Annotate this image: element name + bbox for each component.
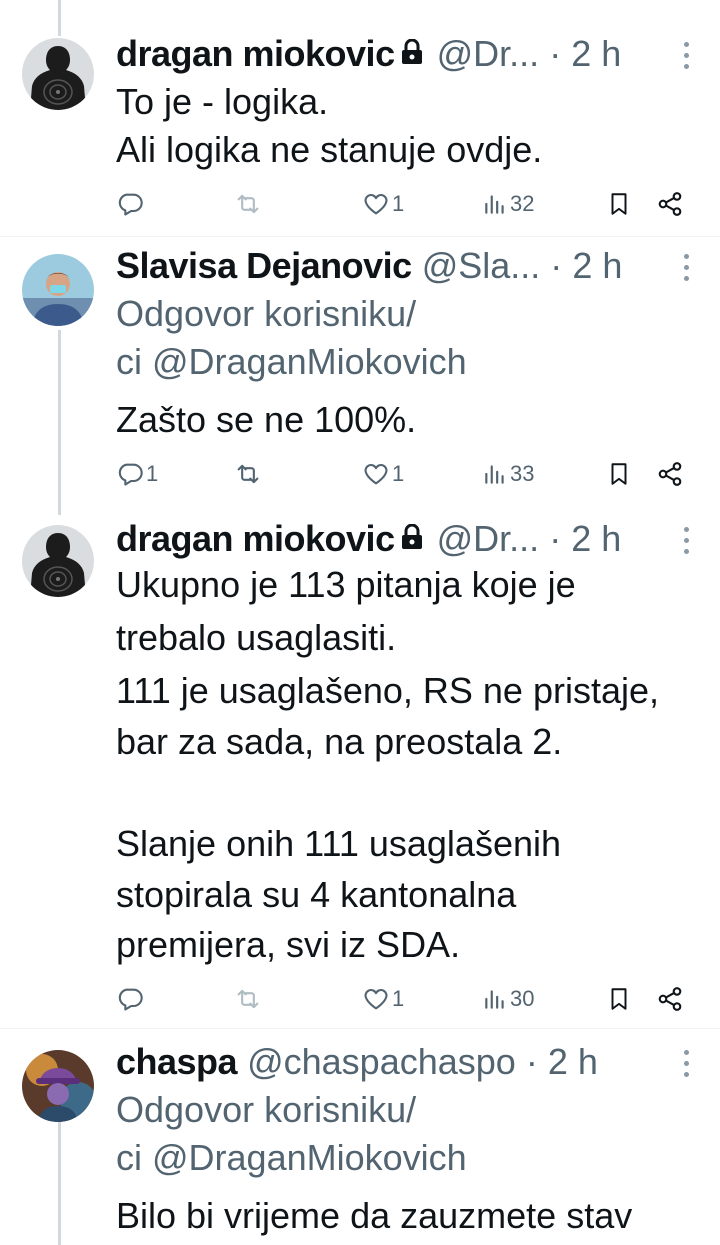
handle[interactable]: @Sla... (422, 245, 541, 286)
views-count: 32 (510, 191, 535, 216)
reply-count: 1 (146, 461, 159, 486)
tweet-actions: 1 30 (116, 979, 692, 1019)
tweet-divider (0, 236, 720, 237)
retweet-button[interactable] (234, 184, 264, 224)
handle[interactable]: @chaspachaspo (247, 1041, 516, 1082)
tweet-header: dragan miokovic @Dr... · 2 h (116, 515, 720, 563)
like-button[interactable]: 1 (362, 979, 404, 1019)
retweet-button[interactable] (234, 454, 264, 494)
tweet-text-line: trebalo usaglasiti. (116, 617, 397, 658)
timestamp[interactable]: 2 h (571, 518, 621, 559)
like-icon (362, 190, 390, 218)
share-icon (656, 985, 684, 1013)
bookmark-button[interactable] (606, 454, 632, 494)
more-icon[interactable] (684, 42, 690, 75)
bookmark-icon (606, 190, 632, 218)
avatar[interactable] (22, 525, 94, 597)
timestamp[interactable]: 2 h (548, 1041, 598, 1082)
lock-icon (401, 29, 423, 77)
views-button[interactable]: 32 (482, 184, 534, 224)
tweet[interactable]: dragan miokovic @Dr... · 2 h Ukupno je 1… (0, 515, 720, 1020)
tweet-text-line: To je - logika. (116, 81, 329, 122)
separator-dot: · (549, 518, 562, 559)
more-icon[interactable] (684, 1050, 690, 1083)
bookmark-icon (606, 460, 632, 488)
display-name[interactable]: chaspa (116, 1041, 238, 1082)
like-button[interactable]: 1 (362, 454, 404, 494)
handle[interactable]: @Dr... (437, 518, 540, 559)
bookmark-button[interactable] (606, 979, 632, 1019)
retweet-icon (234, 190, 262, 218)
separator-dot: · (550, 245, 563, 286)
reply-icon (116, 190, 144, 218)
tweet-actions: 1 1 33 (116, 454, 692, 494)
reply-button[interactable]: 1 (116, 454, 158, 494)
retweet-icon (234, 985, 262, 1013)
tweet-header: Slavisa Dejanovic @Sla... · 2 h (116, 242, 720, 290)
more-icon[interactable] (684, 254, 690, 287)
tweet[interactable]: Slavisa Dejanovic @Sla... · 2 h Odgovor … (0, 242, 720, 504)
handle[interactable]: @Dr... (437, 33, 540, 74)
tweet-text-line: 111 je usaglašeno, RS ne pristaje, (116, 670, 660, 711)
retweet-button[interactable] (234, 979, 264, 1019)
tweet-text-line: Ukupno je 113 pitanja koje je (116, 564, 576, 605)
reply-button[interactable] (116, 979, 146, 1019)
avatar[interactable] (22, 38, 94, 110)
views-count: 30 (510, 986, 535, 1011)
display-name[interactable]: dragan miokovic (116, 33, 395, 74)
tweet-actions: 1 32 (116, 184, 692, 224)
reply-to-label[interactable]: ci @DraganMiokovich (116, 338, 467, 386)
tweet-text-line: Slanje onih 111 usaglašenih (116, 823, 562, 864)
like-icon (362, 460, 390, 488)
retweet-icon (234, 460, 262, 488)
separator-dot: · (525, 1041, 538, 1082)
share-icon (656, 460, 684, 488)
reply-icon (116, 460, 144, 488)
share-button[interactable] (656, 184, 684, 224)
like-button[interactable]: 1 (362, 184, 404, 224)
tweet-text-line: Ali logika ne stanuje ovdje. (116, 129, 543, 170)
like-count: 1 (392, 461, 405, 486)
timestamp[interactable]: 2 h (572, 245, 622, 286)
views-button[interactable]: 33 (482, 454, 534, 494)
tweet-divider (0, 1028, 720, 1029)
display-name[interactable]: Slavisa Dejanovic (116, 245, 412, 286)
reply-to-label[interactable]: ci @DraganMiokovich (116, 1134, 467, 1182)
timestamp[interactable]: 2 h (571, 33, 621, 74)
tweet-header: dragan miokovic @Dr... · 2 h (116, 30, 720, 78)
views-icon (482, 985, 508, 1013)
bookmark-button[interactable] (606, 184, 632, 224)
like-count: 1 (392, 191, 405, 216)
views-icon (482, 460, 508, 488)
tweet-text-line: bar za sada, na preostala 2. (116, 721, 563, 762)
bookmark-icon (606, 985, 632, 1013)
separator-dot: · (549, 33, 562, 74)
tweet-text-line: Bilo bi vrijeme da zauzmete stav (116, 1195, 633, 1236)
reply-button[interactable] (116, 184, 146, 224)
tweet-text-line: Zašto se ne 100%. (116, 399, 417, 440)
tweet[interactable]: dragan miokovic @Dr... · 2 h To je - log… (0, 30, 720, 230)
tweet-text-line: stopirala su 4 kantonalna (116, 874, 517, 915)
reply-icon (116, 985, 144, 1013)
display-name[interactable]: dragan miokovic (116, 518, 395, 559)
like-icon (362, 985, 390, 1013)
views-icon (482, 190, 508, 218)
tweet-text-line: premijera, svi iz SDA. (116, 924, 461, 965)
reply-to-label: Odgovor korisniku/ (116, 293, 417, 334)
lock-icon (401, 514, 423, 562)
share-icon (656, 190, 684, 218)
share-button[interactable] (656, 454, 684, 494)
more-icon[interactable] (684, 527, 690, 560)
tweet[interactable]: chaspa @chaspachaspo · 2 h Odgovor koris… (0, 1038, 720, 1245)
tweet-header: chaspa @chaspachaspo · 2 h (116, 1038, 720, 1086)
share-button[interactable] (656, 979, 684, 1019)
like-count: 1 (392, 986, 405, 1011)
views-count: 33 (510, 461, 535, 486)
avatar[interactable] (22, 254, 94, 326)
views-button[interactable]: 30 (482, 979, 534, 1019)
reply-to-label: Odgovor korisniku/ (116, 1089, 417, 1130)
avatar[interactable] (22, 1050, 94, 1122)
